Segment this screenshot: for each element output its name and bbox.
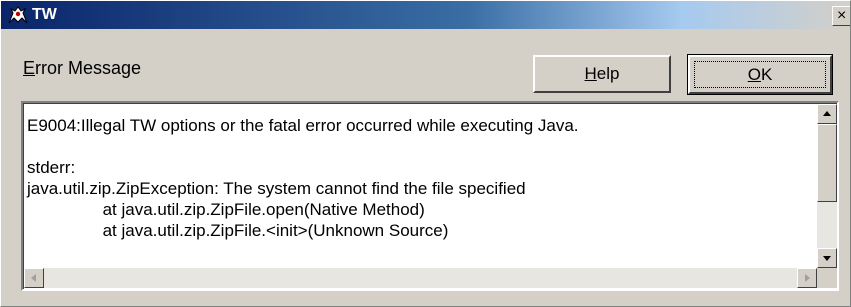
close-icon: × xyxy=(837,7,847,24)
title-bar[interactable]: TW xyxy=(1,1,850,29)
scroll-right-button[interactable] xyxy=(797,268,817,288)
ok-button[interactable]: OK xyxy=(688,55,832,94)
scrollbar-corner xyxy=(817,268,837,288)
label-rest: rror Message xyxy=(35,58,142,78)
arrow-left-icon xyxy=(31,274,36,282)
error-message-label: Error Message xyxy=(23,57,141,79)
arrow-up-icon xyxy=(823,111,831,116)
help-mnemonic: H xyxy=(584,64,597,83)
scroll-up-button[interactable] xyxy=(817,104,837,124)
window-title: TW xyxy=(32,6,57,23)
arrow-right-icon xyxy=(805,274,810,282)
horizontal-scrollbar[interactable] xyxy=(24,268,817,288)
error-dialog-window: TW × Error Message Help OK E9004:Illegal… xyxy=(0,0,851,307)
vertical-scroll-thumb[interactable] xyxy=(817,124,837,202)
scroll-down-button[interactable] xyxy=(817,248,837,268)
text-line: ​ xyxy=(27,136,813,157)
ok-button-frame: OK xyxy=(687,54,833,95)
text-line: at java.util.zip.ZipFile.open(Native Met… xyxy=(27,200,425,219)
scroll-left-button[interactable] xyxy=(24,268,44,288)
focus-rectangle xyxy=(694,61,826,88)
arrow-down-icon xyxy=(823,256,831,261)
close-button[interactable]: × xyxy=(832,6,850,26)
label-mnemonic: E xyxy=(23,58,36,78)
vertical-scrollbar[interactable] xyxy=(817,104,837,268)
error-text-area[interactable]: E9004:Illegal TW options or the fatal er… xyxy=(21,101,839,291)
error-text-content: E9004:Illegal TW options or the fatal er… xyxy=(27,115,813,241)
help-rest: elp xyxy=(596,64,620,83)
text-line: java.util.zip.ZipException: The system c… xyxy=(27,179,526,198)
text-line: at java.util.zip.ZipFile.<init>(Unknown … xyxy=(27,221,449,240)
tw-app-icon xyxy=(7,5,29,25)
text-line: E9004:Illegal TW options or the fatal er… xyxy=(27,116,579,135)
text-line: stderr: xyxy=(27,158,76,177)
text-area-inner: E9004:Illegal TW options or the fatal er… xyxy=(23,103,837,289)
help-button[interactable]: Help xyxy=(533,55,671,93)
